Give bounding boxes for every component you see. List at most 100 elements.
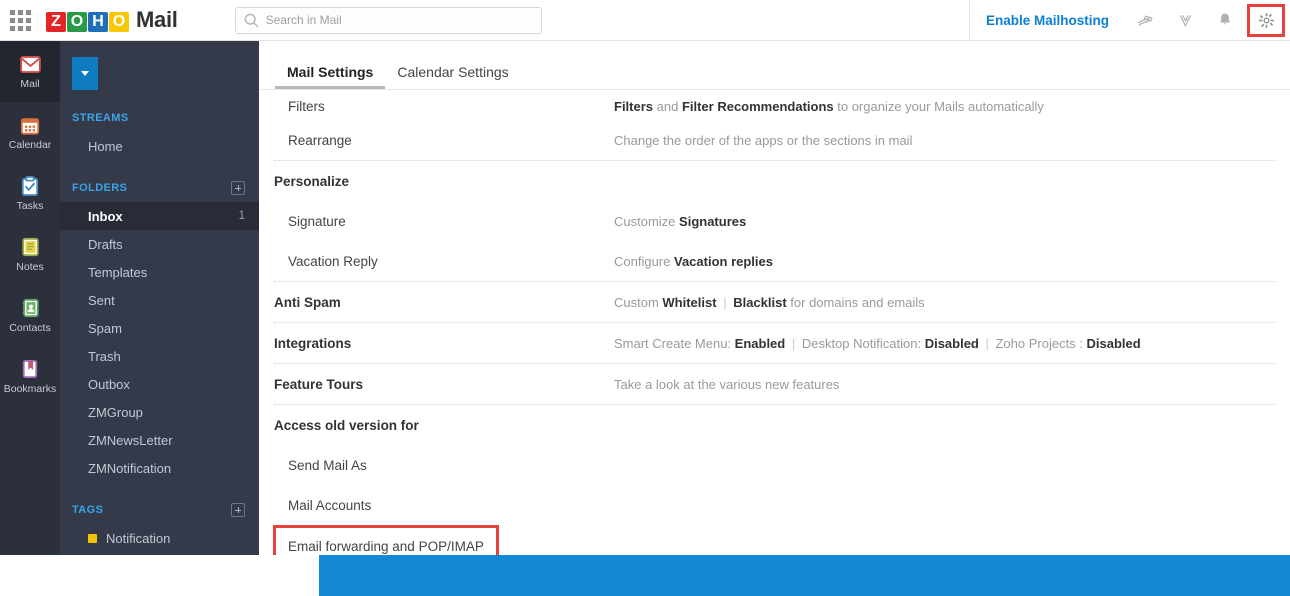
sidebar: New Mail STREAMS Home FOLDERS Inbox 1 Dr…: [60, 41, 1290, 596]
enable-mailhosting-link[interactable]: Enable Mailhosting: [968, 0, 1125, 41]
calendar-icon: [19, 114, 41, 136]
settings-row[interactable]: Mail Accounts: [259, 485, 1290, 525]
setting-name: Mail Accounts: [288, 497, 372, 513]
rail-item-notes[interactable]: Notes: [0, 224, 60, 285]
add-folder-icon[interactable]: [231, 181, 245, 195]
sidebar-item-label: Outbox: [88, 376, 130, 392]
settings-row[interactable]: Personalize: [259, 161, 1290, 201]
sidebar-item-label: Templates: [88, 264, 148, 280]
rail-item-bookmarks[interactable]: Bookmarks: [0, 346, 60, 407]
setting-name: Personalize: [274, 173, 350, 189]
sidebar-item-label: ZMNewsLetter: [88, 432, 173, 448]
rail-item-tasks[interactable]: Tasks: [0, 163, 60, 224]
highlighted-setting[interactable]: Email forwarding and POP/IMAP: [273, 525, 499, 555]
sidebar-item-sent[interactable]: Sent: [60, 286, 259, 314]
setting-name: Vacation Reply: [288, 253, 378, 269]
settings-row[interactable]: Signature Customize Signatures: [259, 201, 1290, 241]
tab-mail-settings[interactable]: Mail Settings: [275, 64, 386, 89]
settings-row[interactable]: Access old version for: [259, 405, 1290, 445]
brand-logo[interactable]: Z O H O Mail: [46, 7, 178, 33]
setting-name: Send Mail As: [288, 457, 367, 473]
rail-item-label: Mail: [20, 78, 40, 90]
sidebar-item-tag-notification[interactable]: Notification: [60, 524, 259, 552]
setting-name: Email forwarding and POP/IMAP: [288, 539, 484, 554]
sidebar-item-label: Sent: [88, 292, 115, 308]
zoho-logo-icon: Z O H O: [46, 8, 130, 32]
sidebar-item-label: ZMGroup: [88, 404, 143, 420]
setting-description: Configure Vacation replies: [614, 253, 773, 269]
sidebar-item-zmnewsletter[interactable]: ZMNewsLetter: [60, 426, 259, 454]
tab-calendar-settings[interactable]: Calendar Settings: [385, 64, 520, 89]
sidebar-item-home[interactable]: Home: [60, 132, 259, 160]
chevron-down-icon: [81, 71, 89, 76]
sidebar-item-trash[interactable]: Trash: [60, 342, 259, 370]
new-mail-dropdown-button[interactable]: [72, 57, 98, 90]
settings-row[interactable]: Anti Spam Custom Whitelist | Blacklist fo…: [259, 282, 1290, 322]
zoho-logo-letter-o2: O: [109, 12, 129, 32]
settings-gear-button[interactable]: [1247, 3, 1285, 37]
settings-row[interactable]: Email forwarding and POP/IMAP: [259, 525, 1290, 555]
settings-row[interactable]: Vacation Reply Configure Vacation replies: [259, 241, 1290, 281]
unread-count: 1: [238, 210, 245, 222]
rail-item-label: Notes: [16, 261, 44, 273]
setting-name: Anti Spam: [274, 294, 341, 310]
new-mail-button[interactable]: New Mail: [72, 57, 1290, 596]
sidebar-item-zmnotification[interactable]: ZMNotification: [60, 454, 259, 482]
search-icon: [244, 13, 258, 27]
rail-item-contacts[interactable]: Contacts: [0, 285, 60, 346]
zoho-logo-letter-z: Z: [46, 12, 66, 32]
bookmarks-icon: [19, 358, 41, 380]
sidebar-item-outbox[interactable]: Outbox: [60, 370, 259, 398]
setting-description: Custom Whitelist | Blacklist for domains…: [614, 294, 925, 310]
notifications-bell-icon[interactable]: [1205, 0, 1245, 41]
search-container: [234, 6, 542, 34]
settings-tabs: Mail Settings Calendar Settings: [259, 41, 1290, 89]
feedback-icon[interactable]: [1125, 0, 1165, 41]
zoho-logo-letter-o1: O: [67, 12, 87, 32]
folders-section-header: FOLDERS: [60, 174, 259, 202]
setting-name: Feature Tours: [274, 376, 364, 392]
app-rail: Mail Calendar Tasks Notes Contacts Bookm…: [0, 41, 60, 555]
setting-name: Rearrange: [288, 132, 352, 148]
sidebar-item-spam[interactable]: Spam: [60, 314, 259, 342]
sidebar-item-label: ZMNotification: [88, 460, 172, 476]
sidebar-item-label: Inbox: [88, 208, 123, 224]
rail-item-mail[interactable]: Mail: [0, 41, 60, 102]
setting-description: Smart Create Menu: Enabled | Desktop Not…: [614, 335, 1141, 351]
settings-row[interactable]: Filters Filters and Filter Recommendation…: [259, 90, 1290, 120]
setting-description: Filters and Filter Recommendations to or…: [614, 99, 1044, 114]
sidebar-item-label: Trash: [88, 348, 121, 364]
sidebar-item-inbox[interactable]: Inbox 1: [60, 202, 259, 230]
tasks-icon: [19, 175, 41, 197]
search-input[interactable]: [265, 13, 516, 27]
rail-item-calendar[interactable]: Calendar: [0, 102, 60, 163]
sidebar-item-label: Notification: [106, 530, 171, 546]
setting-name: Filters: [288, 99, 325, 114]
apps-grid-icon[interactable]: [0, 0, 40, 41]
settings-row[interactable]: Integrations Smart Create Menu: Enabled |…: [259, 323, 1290, 363]
sidebar-item-zmgroup[interactable]: ZMGroup: [60, 398, 259, 426]
sidebar-item-templates[interactable]: Templates: [60, 258, 259, 286]
streams-title: STREAMS: [72, 112, 129, 124]
setting-description: Take a look at the various new features: [614, 376, 840, 392]
contacts-icon: [19, 297, 41, 319]
rail-item-label: Tasks: [16, 200, 44, 212]
setting-description: Customize Signatures: [614, 213, 747, 229]
top-bar: Z O H O Mail Enable Mailhosting: [0, 0, 1290, 41]
mail-icon: [19, 53, 41, 75]
zoho-logo-letter-h: H: [88, 12, 108, 32]
clip-icon[interactable]: [1165, 0, 1205, 41]
settings-row[interactable]: Feature Tours Take a look at the various …: [259, 364, 1290, 404]
settings-row[interactable]: Send Mail As: [259, 445, 1290, 485]
streams-section-header: STREAMS: [60, 104, 259, 132]
sidebar-item-label: Spam: [88, 320, 122, 336]
settings-row[interactable]: Rearrange Change the order of the apps or…: [259, 120, 1290, 160]
search-box[interactable]: [234, 6, 542, 34]
add-tag-icon[interactable]: [231, 503, 245, 517]
setting-name: Access old version for: [274, 417, 419, 433]
sidebar-item-drafts[interactable]: Drafts: [60, 230, 259, 258]
gear-icon: [1258, 12, 1274, 28]
rail-item-label: Bookmarks: [3, 383, 57, 395]
folders-title: FOLDERS: [72, 182, 128, 194]
sidebar-item-label: Home: [88, 138, 123, 154]
